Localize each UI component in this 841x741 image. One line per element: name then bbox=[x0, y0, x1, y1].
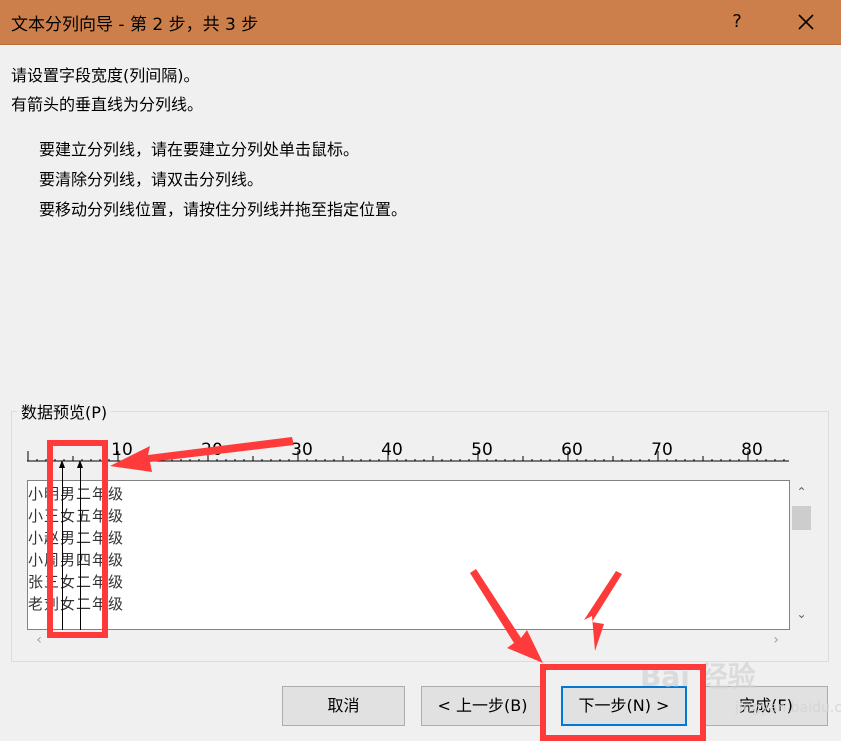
instruction-bullet-1: 要建立分列线，请在要建立分列处单击鼠标。 bbox=[39, 140, 360, 159]
preview-row: 小明男二年级 bbox=[28, 485, 125, 503]
ruler-ticks bbox=[27, 451, 789, 462]
baidu-watermark-url: jingyan.baidu.com bbox=[735, 700, 841, 716]
instruction-bullet-3: 要移动分列线位置，请按住分列线并拖至指定位置。 bbox=[39, 200, 408, 219]
preview-row: 老刘女二年级 bbox=[28, 595, 125, 613]
data-preview-label: 数据预览(P) bbox=[17, 399, 112, 423]
close-button[interactable] bbox=[788, 4, 824, 40]
window-title: 文本分列向导 - 第 2 步，共 3 步 bbox=[11, 15, 259, 35]
scroll-down-icon[interactable]: ⌄ bbox=[790, 604, 813, 624]
preview-row: 小王女五年级 bbox=[28, 507, 125, 525]
ruler-number: 50 bbox=[471, 440, 493, 460]
scroll-up-icon[interactable]: ⌃ bbox=[790, 482, 813, 502]
ruler-number: 10 bbox=[111, 440, 133, 460]
help-button[interactable]: ? bbox=[725, 8, 749, 36]
close-icon bbox=[798, 14, 814, 30]
ruler-number: 60 bbox=[561, 440, 583, 460]
preview-row: 小周男四年级 bbox=[28, 551, 125, 569]
baidu-watermark: Bai 经验 bbox=[640, 660, 756, 693]
preview-row: 小赵男二年级 bbox=[28, 529, 125, 547]
ruler-number: 30 bbox=[291, 440, 313, 460]
cancel-button[interactable]: 取消 bbox=[282, 686, 405, 726]
ruler-number: 80 bbox=[741, 440, 763, 460]
column-break-line[interactable] bbox=[80, 464, 81, 630]
column-break-line[interactable] bbox=[62, 464, 63, 630]
instruction-line-2: 有箭头的垂直线为分列线。 bbox=[11, 95, 204, 114]
back-button[interactable]: < 上一步(B) bbox=[421, 686, 544, 726]
scroll-right-icon[interactable]: › bbox=[766, 630, 786, 650]
scroll-left-icon[interactable]: ‹ bbox=[29, 630, 49, 650]
data-preview-box[interactable]: 小明男二年级 小王女五年级 小赵男二年级 小周男四年级 张三女二年级 老刘女二年… bbox=[27, 480, 790, 630]
scroll-thumb[interactable] bbox=[792, 506, 811, 530]
instruction-line-1: 请设置字段宽度(列间隔)。 bbox=[11, 66, 200, 85]
vertical-scrollbar[interactable]: ⌃ ⌄ bbox=[790, 480, 813, 630]
column-ruler[interactable]: 10 20 30 40 50 60 70 80 bbox=[27, 436, 792, 466]
title-bar: 文本分列向导 - 第 2 步，共 3 步 ? bbox=[0, 0, 841, 45]
instruction-bullet-2: 要清除分列线，请双击分列线。 bbox=[39, 170, 264, 189]
ruler-number: 70 bbox=[651, 440, 673, 460]
ruler-number: 40 bbox=[381, 440, 403, 460]
preview-row: 张三女二年级 bbox=[28, 573, 125, 591]
horizontal-scrollbar[interactable]: ‹ › bbox=[27, 630, 790, 650]
ruler-number: 20 bbox=[201, 440, 223, 460]
